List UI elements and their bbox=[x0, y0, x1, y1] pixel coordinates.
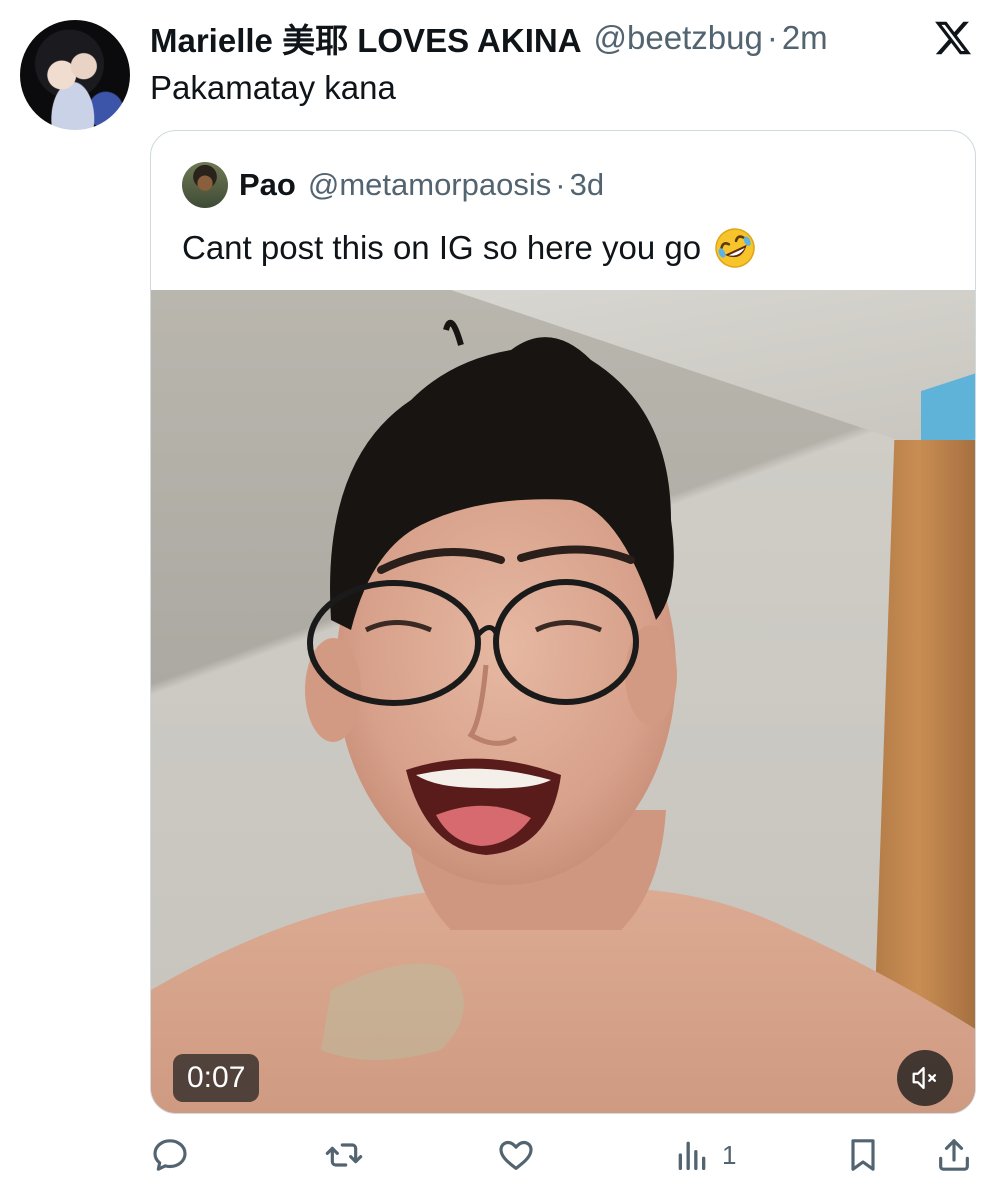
bookmark-icon bbox=[851, 1139, 875, 1171]
x-logo-icon bbox=[935, 21, 972, 55]
reply-icon bbox=[153, 1139, 187, 1171]
quoted-tweet-text-row: Cant post this on IG so here you go bbox=[182, 225, 757, 271]
quoted-user-avatar[interactable] bbox=[182, 162, 228, 208]
quoted-tweet-card[interactable]: Pao @metamorpaosis · 3d Cant post this o… bbox=[150, 130, 976, 1114]
video-duration-badge: 0:07 bbox=[173, 1054, 260, 1102]
separator-dot: · bbox=[766, 19, 778, 56]
views-count: 1 bbox=[722, 1139, 737, 1170]
share-icon bbox=[939, 1139, 969, 1171]
retweet-icon bbox=[325, 1143, 363, 1167]
quoted-tweet-header: Pao @metamorpaosis · 3d bbox=[239, 163, 604, 207]
reply-button[interactable] bbox=[150, 1130, 190, 1180]
tweet-actions-bar: 1 bbox=[0, 1130, 998, 1180]
post-time[interactable]: 2m bbox=[782, 19, 828, 57]
quoted-display-name[interactable]: Pao bbox=[239, 167, 296, 203]
speaker-muted-icon bbox=[912, 1066, 937, 1090]
bookmark-button[interactable] bbox=[843, 1130, 883, 1180]
tweet-header: Marielle 美耶 LOVES AKINA @beetzbug · 2m bbox=[150, 14, 828, 62]
quoted-separator-dot: · bbox=[555, 167, 566, 202]
quoted-tweet-text: Cant post this on IG so here you go bbox=[182, 229, 702, 266]
views-button[interactable]: 1 bbox=[672, 1130, 736, 1180]
like-button[interactable] bbox=[496, 1130, 536, 1180]
quoted-post-time[interactable]: 3d bbox=[570, 167, 604, 203]
user-avatar[interactable] bbox=[20, 20, 130, 130]
share-button[interactable] bbox=[934, 1130, 974, 1180]
tweet-text: Pakamatay kana bbox=[150, 69, 396, 106]
display-name[interactable]: Marielle 美耶 LOVES AKINA bbox=[150, 14, 582, 62]
rolling-on-floor-laughing-icon bbox=[715, 228, 755, 268]
video-frame-person bbox=[151, 319, 975, 1113]
views-icon bbox=[678, 1141, 706, 1170]
mute-button[interactable] bbox=[897, 1050, 953, 1106]
retweet-button[interactable] bbox=[324, 1130, 364, 1180]
quoted-user-handle[interactable]: @metamorpaosis bbox=[308, 167, 551, 203]
like-icon bbox=[499, 1140, 533, 1170]
video-player[interactable]: 0:07 bbox=[151, 290, 975, 1113]
user-handle[interactable]: @beetzbug bbox=[594, 19, 763, 57]
